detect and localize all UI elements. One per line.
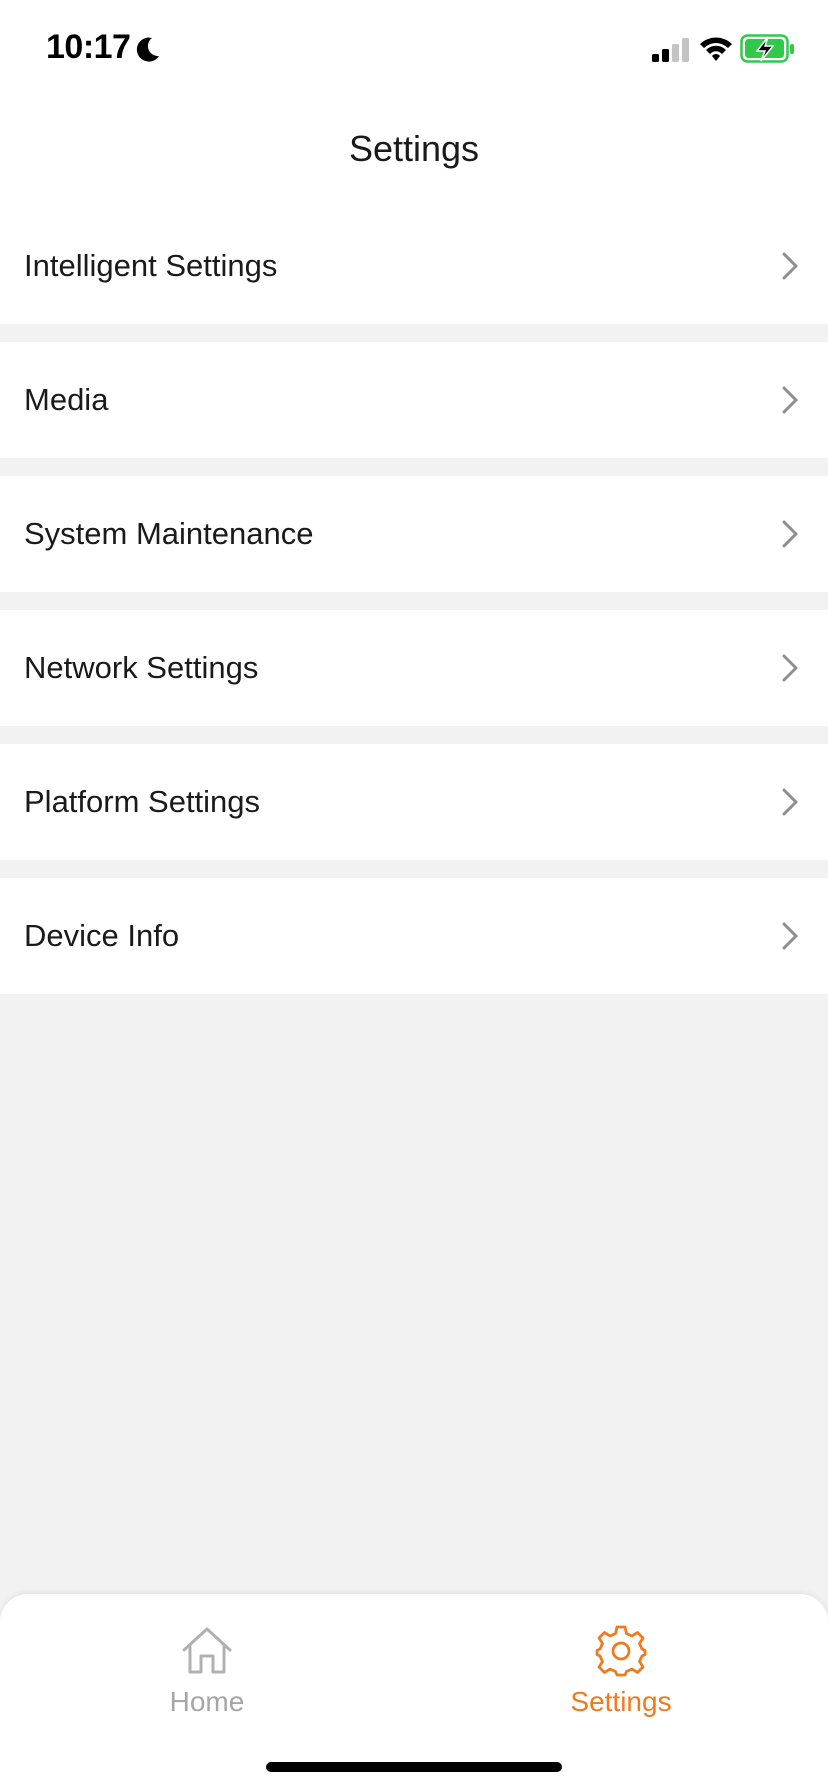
- menu-item-media[interactable]: Media: [0, 342, 828, 458]
- tab-settings-label: Settings: [570, 1686, 672, 1717]
- status-time: 10:17: [46, 28, 131, 66]
- home-icon: [182, 1627, 232, 1674]
- chevron-right-icon: [782, 922, 798, 950]
- menu-item-label: Media: [24, 382, 109, 417]
- page-title: Settings: [348, 128, 480, 169]
- menu-item-intelligent-settings[interactable]: Intelligent Settings: [0, 208, 828, 324]
- tab-settings[interactable]: Settings: [414, 1594, 828, 1734]
- gear-icon: [595, 1625, 647, 1677]
- menu-item-platform-settings[interactable]: Platform Settings: [0, 744, 828, 860]
- tab-home-label: Home: [169, 1686, 245, 1717]
- wifi-icon: [700, 37, 732, 61]
- tab-home[interactable]: Home: [0, 1594, 414, 1734]
- menu-item-label: Intelligent Settings: [24, 248, 278, 283]
- menu-item-label: Platform Settings: [24, 784, 261, 819]
- moon-icon: [136, 37, 159, 62]
- chevron-right-icon: [782, 386, 798, 414]
- status-bar: 10:17: [0, 0, 828, 96]
- settings-screen: 10:17 Settings Intelligent Settings Medi…: [0, 0, 828, 1792]
- chevron-right-icon: [782, 788, 798, 816]
- menu-item-label: System Maintenance: [24, 516, 314, 551]
- chevron-right-icon: [782, 654, 798, 682]
- menu-item-label: Network Settings: [24, 650, 259, 685]
- chevron-right-icon: [782, 252, 798, 280]
- home-indicator[interactable]: [266, 1762, 562, 1772]
- menu-item-network-settings[interactable]: Network Settings: [0, 610, 828, 726]
- menu-item-device-info[interactable]: Device Info: [0, 878, 828, 994]
- chevron-right-icon: [782, 520, 798, 548]
- menu-item-label: Device Info: [24, 918, 180, 953]
- signal-icon: [652, 38, 689, 62]
- nav-header: Settings: [0, 96, 828, 208]
- menu-item-system-maintenance[interactable]: System Maintenance: [0, 476, 828, 592]
- battery-charging-icon: [740, 34, 794, 63]
